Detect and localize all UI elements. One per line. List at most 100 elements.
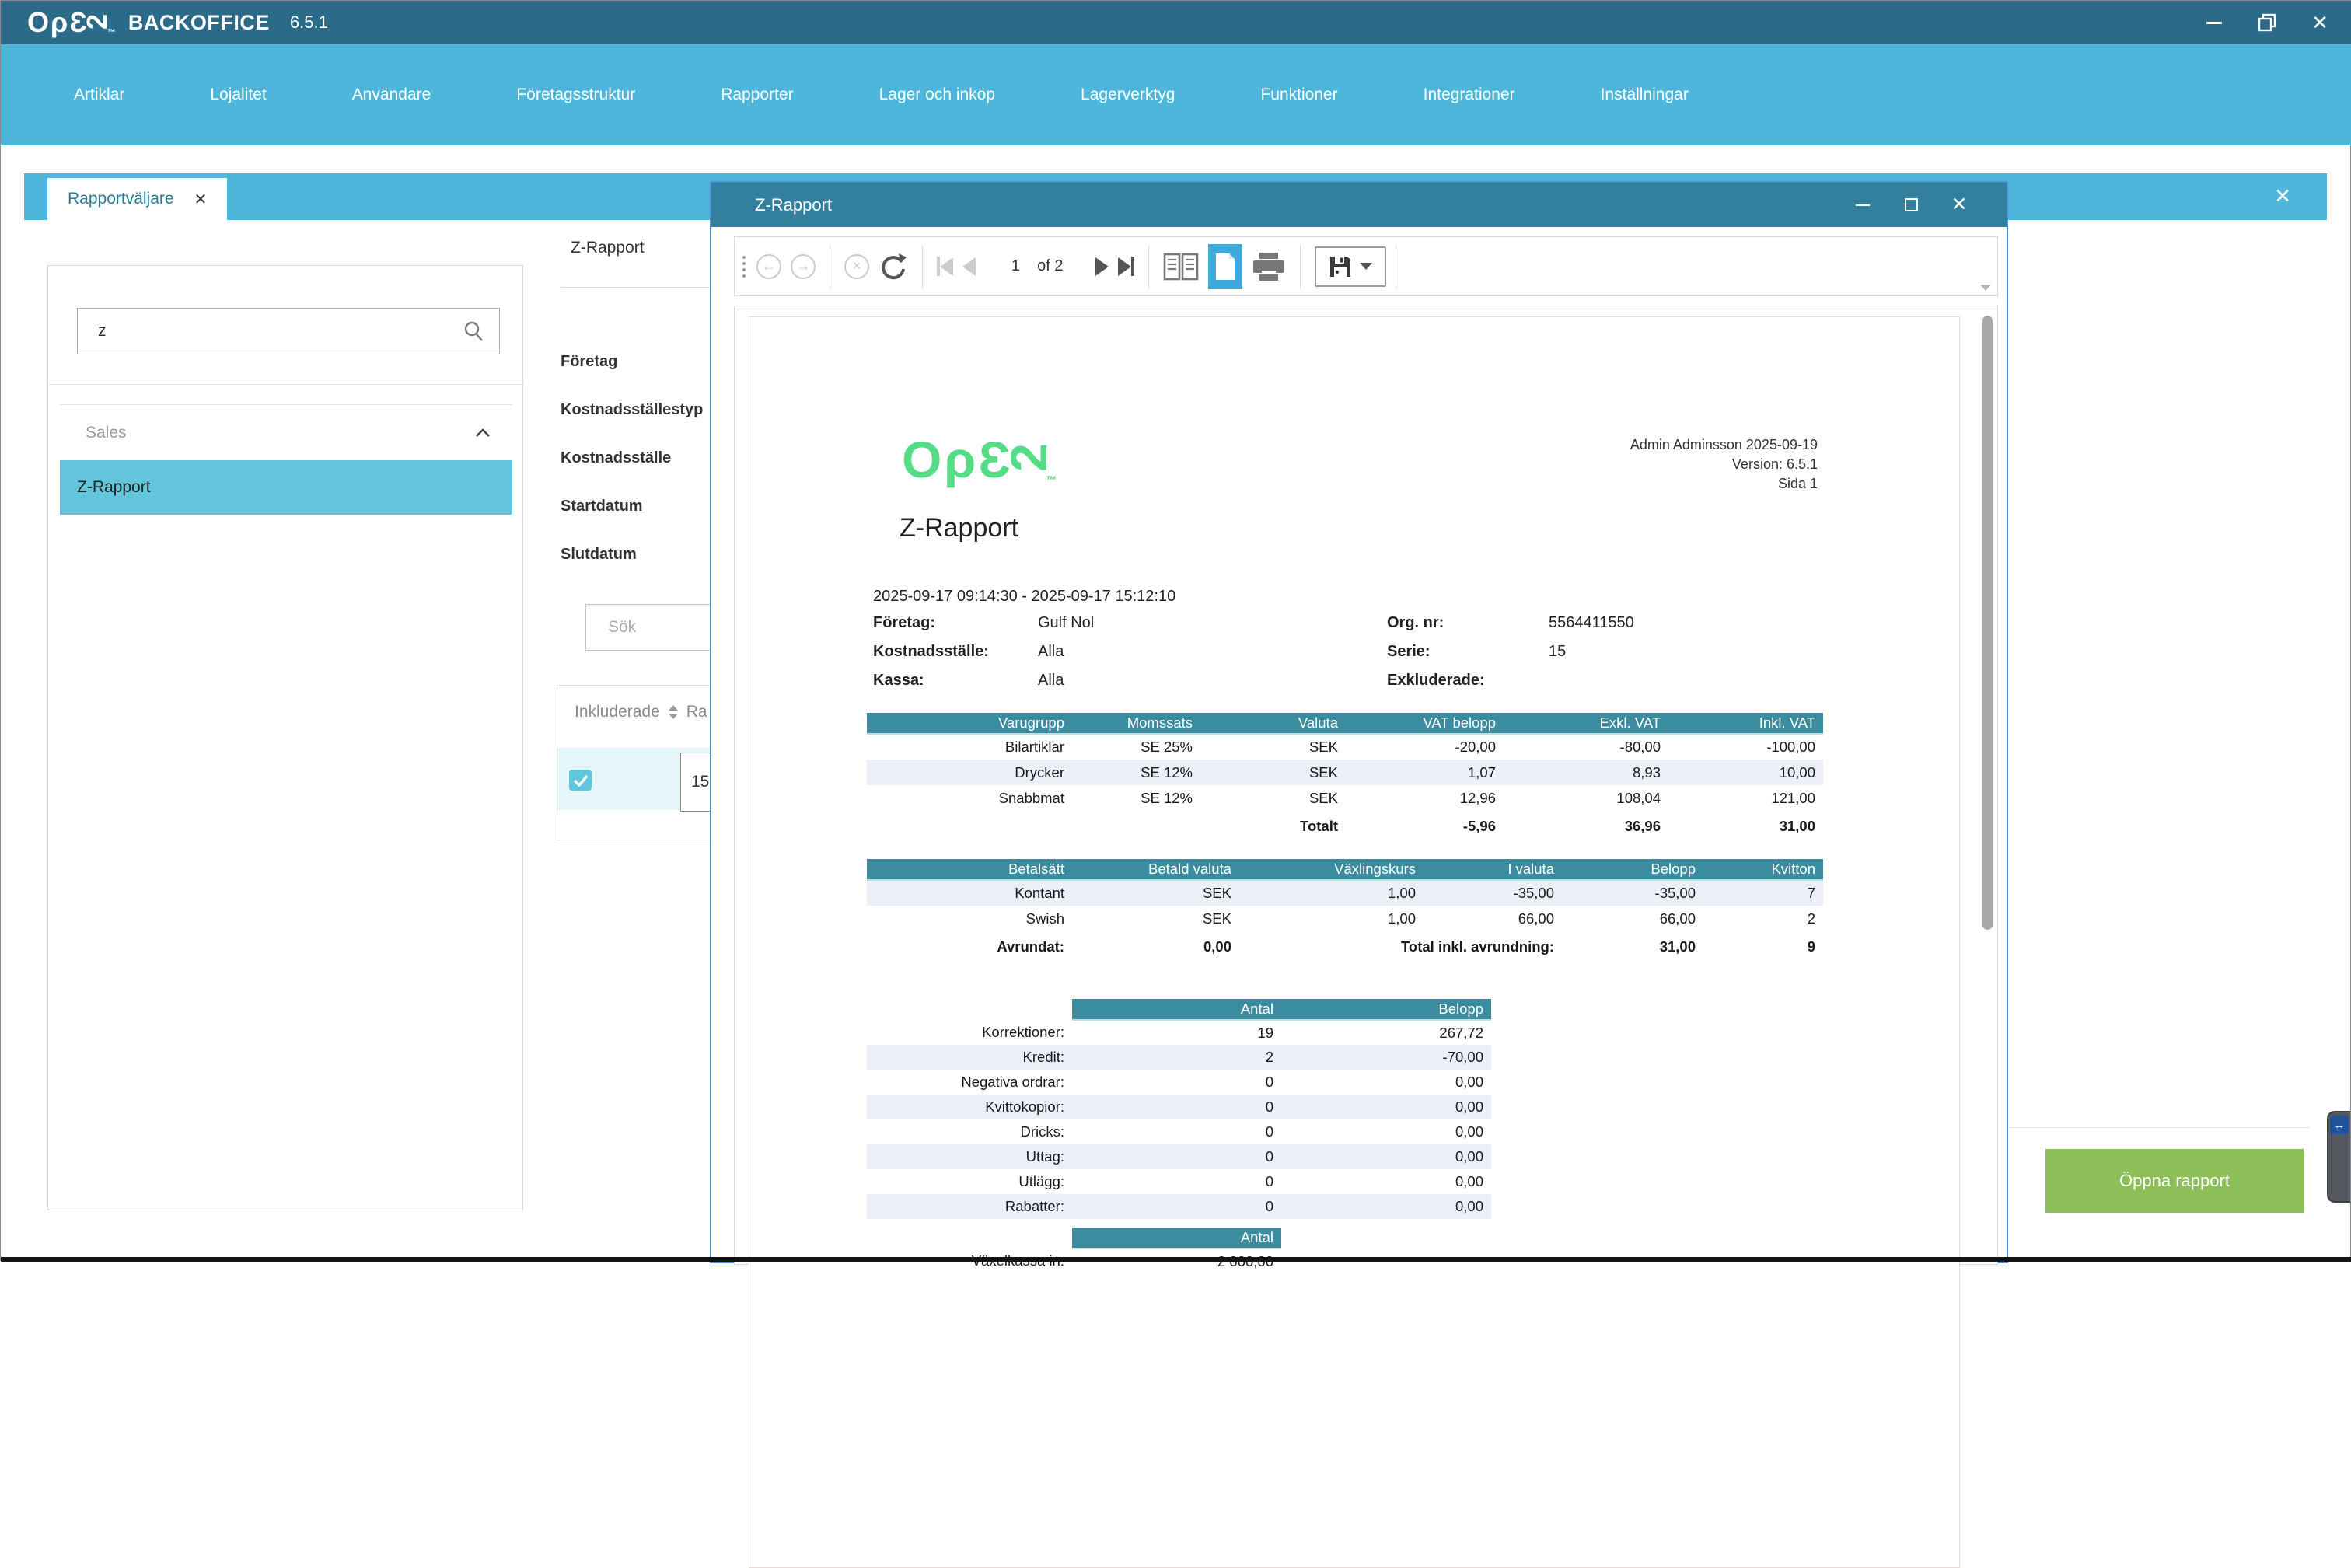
save-icon — [1329, 255, 1352, 278]
chevron-up-icon — [475, 428, 491, 438]
table-cell: SEK — [1200, 785, 1346, 811]
tab-rapportvaljare[interactable]: Rapportväljare ✕ — [47, 178, 227, 220]
nav-item-funktioner[interactable]: Funktioner — [1260, 86, 1337, 104]
print-button[interactable] — [1252, 252, 1286, 281]
nav-item-inst-llningar[interactable]: Inställningar — [1601, 86, 1689, 104]
column-header-ra[interactable]: Ra — [686, 703, 707, 721]
save-dropdown-button[interactable] — [1315, 246, 1386, 287]
minimize-button[interactable] — [2203, 11, 2226, 34]
nav-item-lojalitet[interactable]: Lojalitet — [210, 86, 266, 104]
logo-letter: O — [27, 9, 51, 37]
column-header: Betald valuta — [1072, 859, 1239, 880]
scrollbar-thumb[interactable] — [1982, 316, 1993, 930]
first-page-button[interactable] — [937, 257, 953, 276]
close-button[interactable]: ✕ — [2308, 11, 2332, 34]
teamviewer-edge-widget[interactable]: ↔ — [2327, 1111, 2350, 1203]
form-label: Slutdatum — [561, 545, 703, 564]
dialog-titlebar[interactable]: Z-Rapport ✕ — [711, 183, 2007, 227]
nav-item-integrationer[interactable]: Integrationer — [1424, 86, 1515, 104]
back-button[interactable]: ← — [756, 254, 781, 279]
page-number-input[interactable]: 1 — [1011, 257, 1020, 275]
table-cell: -35,00 — [1562, 880, 1703, 906]
dialog-close-button[interactable]: ✕ — [1949, 195, 1969, 215]
table-row: BilartiklarSE 25%SEK-20,00-80,00-100,00 — [867, 734, 1823, 760]
nav-item-artiklar[interactable]: Artiklar — [74, 86, 124, 104]
dialog-minimize-button[interactable] — [1853, 195, 1873, 215]
forward-button[interactable]: → — [791, 254, 816, 279]
table-total-cell: -5,96 — [1346, 811, 1504, 842]
check-icon — [573, 774, 589, 787]
nav-item-f-retagsstruktur[interactable]: Företagsstruktur — [516, 86, 635, 104]
table-cell: 66,00 — [1562, 906, 1703, 931]
table-cell: 0,00 — [1281, 1144, 1491, 1169]
restore-button[interactable] — [2255, 11, 2279, 34]
report-search-input[interactable] — [78, 322, 462, 340]
column-header: Växlingskurs — [1239, 859, 1424, 880]
report-page-line: Sida 1 — [1630, 474, 1818, 494]
prev-page-button[interactable] — [962, 257, 976, 276]
prev-page-icon — [962, 257, 976, 276]
report-logo: OρƐ2™ — [902, 434, 1059, 485]
toolbar-grip-icon[interactable] — [742, 256, 746, 278]
table-cell: Utlägg: — [867, 1169, 1072, 1194]
column-header: I valuta — [1424, 859, 1562, 880]
logo-letter: O — [902, 434, 944, 485]
nav-item-lagerverktyg[interactable]: Lagerverktyg — [1081, 86, 1175, 104]
dialog-title: Z-Rapport — [755, 195, 832, 215]
sort-icon[interactable] — [668, 704, 679, 720]
panel-close-icon[interactable]: ✕ — [2274, 184, 2291, 208]
table-row: SnabbmatSE 12%SEK12,96108,04121,00 — [867, 785, 1823, 811]
document-map-button[interactable] — [1163, 253, 1199, 281]
open-report-button[interactable]: Öppna rapport — [2045, 1149, 2304, 1213]
divider — [1148, 245, 1149, 288]
tab-close-icon[interactable]: ✕ — [194, 190, 208, 209]
minimize-icon — [2206, 22, 2222, 24]
dialog-maximize-button[interactable] — [1901, 195, 1921, 215]
form-title: Z-Rapport — [571, 239, 645, 257]
page-layout-button[interactable] — [1208, 244, 1242, 289]
table-row: DryckerSE 12%SEK1,078,9310,00 — [867, 760, 1823, 785]
meta-row: Kassa:AllaExkluderade: — [873, 672, 1728, 700]
table-cell: Dricks: — [867, 1119, 1072, 1144]
column-header: Belopp — [1281, 999, 1491, 1020]
nav-item-lager-och-ink-p[interactable]: Lager och inköp — [879, 86, 995, 104]
next-page-button[interactable] — [1095, 257, 1109, 276]
table-cell: Kontant — [867, 880, 1072, 906]
group-sales[interactable]: Sales — [60, 410, 512, 456]
refresh-button[interactable] — [879, 252, 908, 281]
close-icon: ✕ — [1951, 195, 1968, 215]
trademark-symbol: ™ — [1046, 474, 1059, 485]
screen-bottom-edge — [1, 1257, 2351, 1262]
stop-circle-icon: × — [844, 254, 869, 279]
column-header: Antal — [1072, 999, 1281, 1020]
divider — [922, 245, 923, 288]
minimize-icon — [1856, 204, 1870, 206]
column-header: Inkl. VAT — [1668, 713, 1823, 734]
column-header: Momssats — [1072, 713, 1200, 734]
nav-item-anv-ndare[interactable]: Användare — [352, 86, 431, 104]
table-cell: 19 — [1072, 1020, 1281, 1045]
report-user-line: Admin Adminsson 2025-09-19 — [1630, 435, 1818, 455]
included-checkbox[interactable] — [569, 770, 592, 791]
report-picker-panel: Sales Z-Rapport — [47, 265, 523, 1210]
table-cell: 0 — [1072, 1169, 1281, 1194]
meta-value: Alla — [1038, 672, 1064, 690]
table-cell: Bilartiklar — [867, 734, 1072, 760]
column-header: Valuta — [1200, 713, 1346, 734]
table-row: Rabatter:00,00 — [867, 1194, 1491, 1219]
table-cell: 2 — [1703, 906, 1823, 931]
group-label: Sales — [86, 424, 127, 442]
column-header-inkluderade[interactable]: Inkluderade — [575, 703, 660, 721]
table-total-cell — [867, 811, 1072, 842]
table-cell: -20,00 — [1346, 734, 1504, 760]
cash-table: AntalVäxelkassa in:2 000,00 — [867, 1228, 1281, 1273]
stop-button[interactable]: × — [844, 254, 869, 279]
table-cell: 0,00 — [1281, 1095, 1491, 1119]
toolbar-overflow-icon[interactable] — [1980, 285, 1991, 291]
table-row: Dricks:00,00 — [867, 1119, 1491, 1144]
first-page-icon — [940, 257, 953, 276]
report-title: Z-Rapport — [900, 513, 1018, 543]
list-item-z-rapport[interactable]: Z-Rapport — [60, 460, 512, 515]
nav-item-rapporter[interactable]: Rapporter — [721, 86, 793, 104]
last-page-button[interactable] — [1118, 257, 1134, 276]
